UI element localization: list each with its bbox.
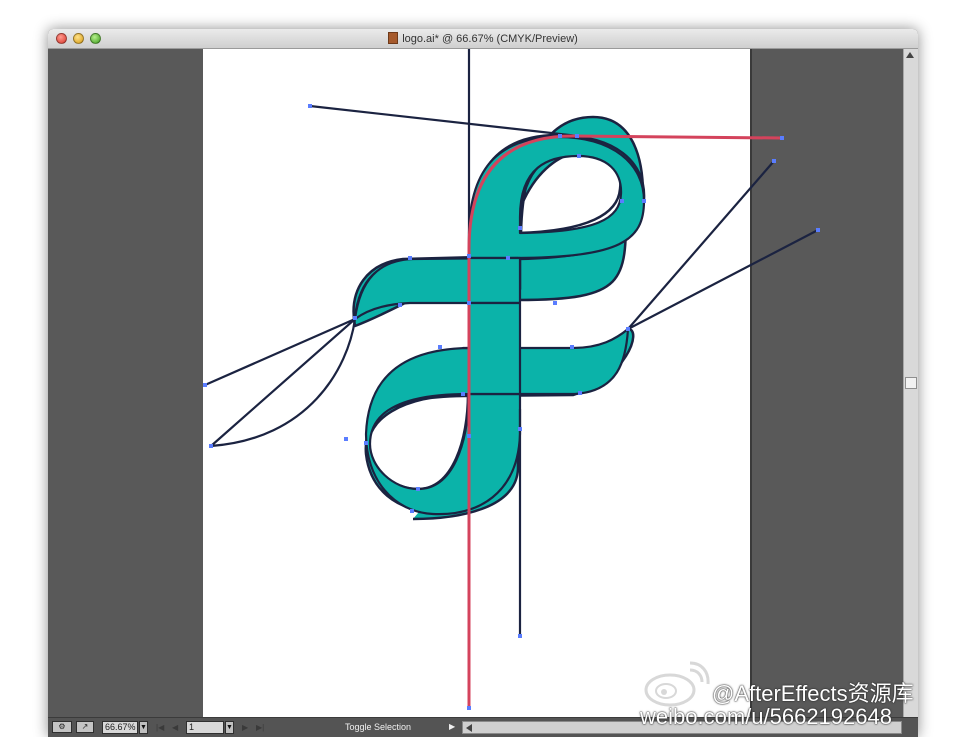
anchor-point: [506, 256, 510, 260]
anchor-point: [577, 154, 581, 158]
anchor-point: [416, 487, 420, 491]
anchor-point: [558, 134, 562, 138]
anchor-point: [518, 427, 522, 431]
teal-fill-shapes: [353, 135, 646, 516]
anchor-point: [364, 441, 368, 445]
anchor-point: [408, 256, 412, 260]
left-line-path: [204, 317, 356, 387]
anchor-point: [209, 444, 213, 448]
anchor-point: [344, 437, 348, 441]
artwork[interactable]: [48, 49, 903, 717]
window-title: logo.ai* @ 66.67% (CMYK/Preview): [402, 33, 578, 45]
anchor-point: [461, 392, 465, 396]
scroll-left-arrow-icon[interactable]: [466, 724, 472, 732]
share-icon[interactable]: ↗: [76, 721, 94, 733]
anchor-point: [780, 136, 784, 140]
status-tool-label[interactable]: Toggle Selection: [308, 722, 448, 732]
top-diagonal-path: [309, 104, 579, 138]
last-page-icon[interactable]: ▶|: [256, 722, 264, 733]
previous-page-icon[interactable]: ◀: [172, 722, 178, 733]
next-page-icon[interactable]: ▶: [242, 722, 248, 733]
vertical-scrollbar[interactable]: [903, 49, 918, 717]
anchor-point: [642, 199, 646, 203]
anchor-point: [467, 434, 471, 438]
anchor-point: [570, 345, 574, 349]
status-bar: ⚙ ↗ 66.67% ▼ |◀ ◀ 1 ▼ ▶ ▶| Toggle Select…: [48, 717, 918, 737]
window-title-wrap: logo.ai* @ 66.67% (CMYK/Preview): [48, 32, 918, 46]
anchor-point: [308, 104, 312, 108]
zoom-dropdown-chevron-down-icon[interactable]: ▼: [139, 721, 148, 734]
status-menu-arrow-icon[interactable]: ▶: [449, 722, 455, 731]
scroll-up-arrow-icon[interactable]: [906, 52, 914, 58]
anchor-point: [203, 383, 207, 387]
horizontal-scrollbar[interactable]: [462, 721, 902, 734]
anchor-point: [518, 226, 522, 230]
anchor-point: [353, 316, 357, 320]
status-options-icon[interactable]: ⚙: [52, 721, 72, 733]
anchor-point: [410, 509, 414, 513]
right-diagonal-path-2: [627, 229, 819, 330]
anchor-point: [467, 254, 471, 258]
middle-band-fill: [467, 256, 522, 305]
page-number-field[interactable]: 1: [186, 721, 224, 734]
anchor-point: [626, 327, 630, 331]
canvas-area[interactable]: [48, 49, 903, 717]
zoom-level-field[interactable]: 66.67%: [102, 721, 138, 734]
anchor-point: [816, 228, 820, 232]
left-wedge-path: [210, 316, 357, 448]
anchor-point: [578, 391, 582, 395]
right-diagonal-path-1: [627, 160, 775, 330]
vertical-scroll-thumb[interactable]: [905, 377, 917, 389]
anchor-point: [518, 634, 522, 638]
anchor-point: [553, 301, 557, 305]
stem-fill: [467, 301, 522, 396]
anchor-point: [772, 159, 776, 163]
anchor-point: [575, 134, 579, 138]
anchor-point: [438, 345, 442, 349]
title-bar[interactable]: logo.ai* @ 66.67% (CMYK/Preview): [48, 29, 918, 49]
anchor-point: [620, 199, 624, 203]
illustrator-document-icon: [388, 32, 399, 44]
anchor-point: [467, 301, 471, 305]
document-window: logo.ai* @ 66.67% (CMYK/Preview) ⚙ ↗ 66.…: [48, 29, 918, 737]
first-page-icon[interactable]: |◀: [156, 722, 164, 733]
anchor-point: [398, 303, 402, 307]
page-dropdown-chevron-down-icon[interactable]: ▼: [225, 721, 234, 734]
anchor-point: [467, 706, 471, 710]
